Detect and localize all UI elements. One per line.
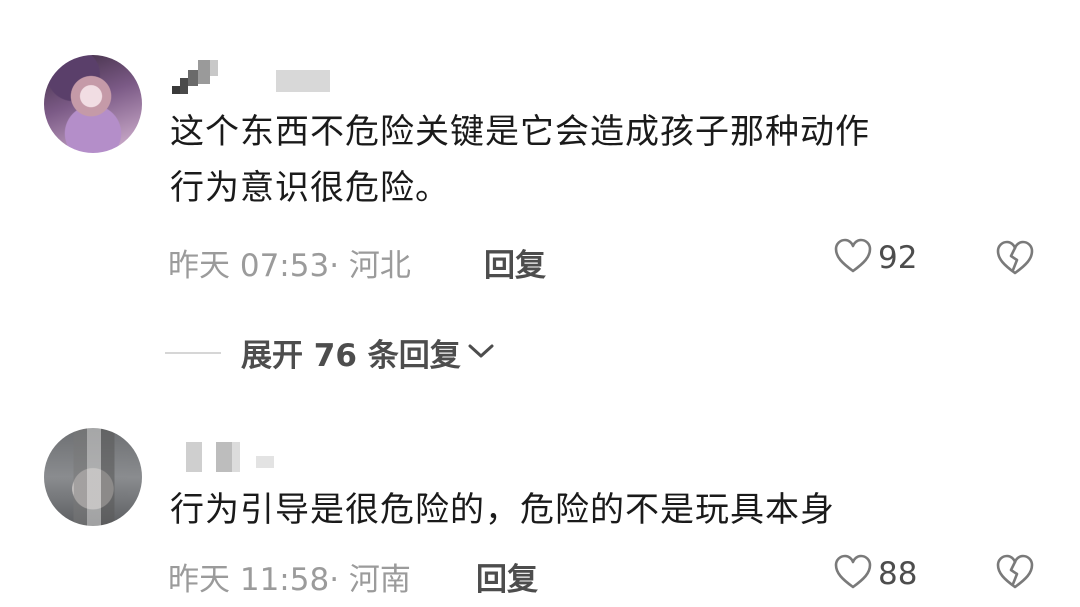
dislike-button[interactable] (996, 554, 1034, 594)
like-button[interactable]: 92 (834, 238, 917, 278)
dislike-button[interactable] (996, 240, 1034, 280)
comment-meta: 昨天 11:58· 河南 (168, 562, 411, 598)
like-count: 88 (878, 556, 918, 592)
broken-heart-icon (996, 554, 1034, 594)
reply-button[interactable]: 回复 (476, 554, 538, 599)
heart-outline-icon (834, 238, 872, 278)
broken-heart-icon (996, 240, 1034, 280)
reply-button[interactable]: 回复 (484, 240, 546, 285)
like-button[interactable]: 88 (834, 554, 917, 594)
heart-outline-icon (834, 554, 872, 594)
chevron-down-icon (467, 341, 495, 365)
divider-line (165, 351, 221, 354)
comment-meta: 昨天 07:53· 河北 (168, 248, 411, 284)
expand-replies-label: 展开 76 条回复 (241, 338, 461, 374)
avatar[interactable] (44, 55, 142, 153)
comment-text-line: 行为意识很危险。 (170, 168, 450, 208)
avatar[interactable] (44, 428, 142, 526)
comment-text-line: 这个东西不危险关键是它会造成孩子那种动作 (170, 112, 870, 152)
like-count: 92 (878, 240, 918, 276)
comment-text-line: 行为引导是很危险的，危险的不是玩具本身 (170, 490, 835, 530)
expand-replies-button[interactable]: 展开 76 条回复 (165, 330, 495, 375)
